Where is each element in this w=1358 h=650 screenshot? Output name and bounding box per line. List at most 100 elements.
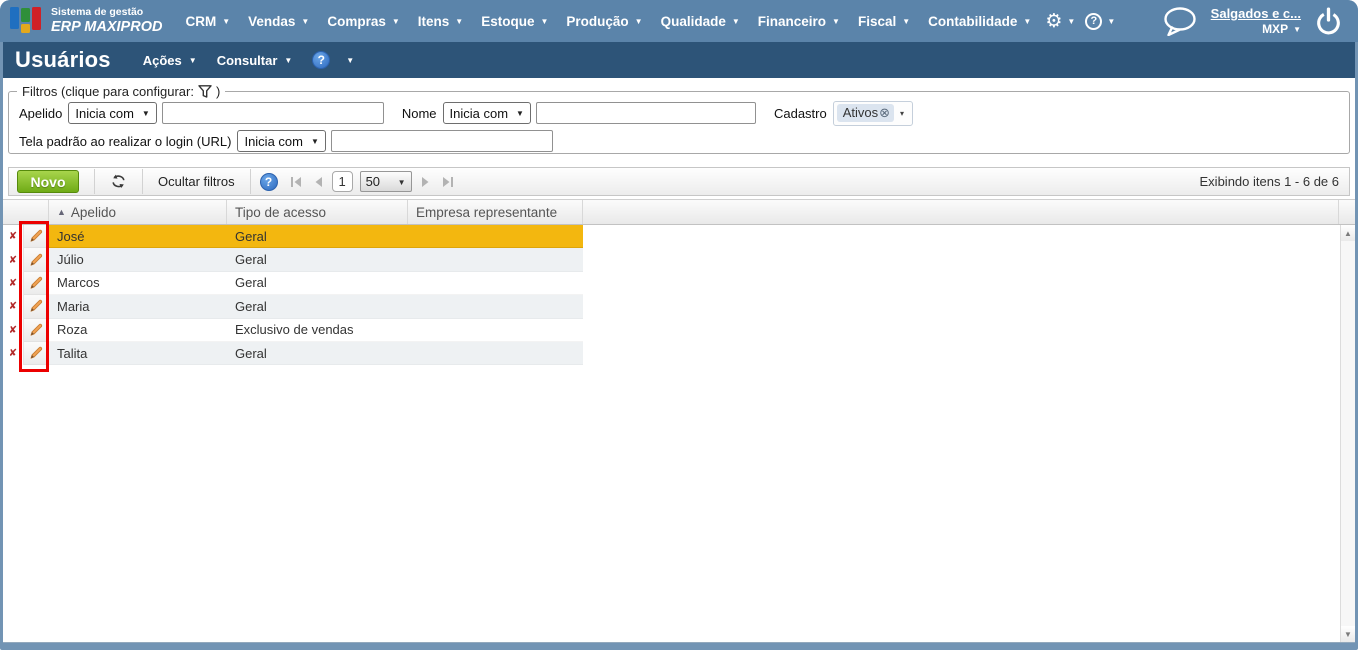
filters-legend: Filtros (clique para configurar: ) (17, 84, 225, 99)
logo-block-blue (10, 7, 19, 30)
nav-menu-item[interactable]: Financeiro ▼ (749, 0, 849, 42)
table-row[interactable]: ✘ Marcos Geral (3, 271, 1355, 296)
delete-row-button[interactable]: ✘ (3, 272, 23, 295)
consult-menu-label: Consultar (216, 52, 278, 68)
delete-x-icon: ✘ (8, 231, 18, 243)
nav-menu-item[interactable]: Fiscal ▼ (849, 0, 919, 42)
toolbar-divider (142, 169, 143, 194)
filters-panel: Filtros (clique para configurar: ) Apeli… (8, 84, 1350, 154)
new-button[interactable]: Novo (17, 170, 79, 193)
chevron-down-icon: ▼ (141, 109, 150, 118)
cadastro-tag-label: Ativos (842, 105, 879, 120)
table-row[interactable]: ✘ José Geral (3, 225, 1355, 249)
actions-menu-button[interactable]: Ações ▼ (143, 53, 197, 68)
vertical-scrollbar[interactable]: ▲ ▼ (1340, 225, 1355, 642)
grid-header-apelido[interactable]: ▲ Apelido (49, 200, 227, 224)
refresh-button[interactable] (100, 169, 137, 194)
cell-empresa-representante (408, 295, 583, 319)
cell-empresa-representante (408, 318, 583, 342)
chevron-down-icon: ▼ (284, 56, 293, 65)
scroll-up-icon[interactable]: ▲ (1341, 225, 1355, 241)
tela-filter-input[interactable] (330, 130, 553, 152)
edit-row-button[interactable] (23, 225, 49, 249)
delete-row-button[interactable]: ✘ (3, 248, 23, 271)
apelido-filter-label: Apelido (19, 105, 63, 121)
delete-row-button[interactable]: ✘ (3, 295, 23, 318)
help-menu-button[interactable]: ? ▼ (1080, 0, 1120, 42)
page-size-select[interactable]: 50 ▼ (359, 171, 412, 192)
hide-filters-button[interactable]: Ocultar filtros (148, 169, 245, 194)
pagination: 1 50 ▼ (288, 171, 456, 192)
cadastro-filter-label: Cadastro (773, 105, 827, 121)
nav-menu-item[interactable]: Compras ▼ (318, 0, 408, 42)
logout-power-icon[interactable] (1313, 6, 1344, 37)
toolbar-help-icon[interactable]: ? (259, 172, 278, 191)
page-title-bar: Usuários Ações ▼ Consultar ▼ ? ▼ (3, 42, 1355, 78)
nav-menu-item[interactable]: CRM ▼ (176, 0, 239, 42)
edit-row-button[interactable] (23, 341, 49, 366)
delete-x-icon: ✘ (8, 324, 18, 336)
nav-menu-item[interactable]: Contabilidade ▼ (919, 0, 1040, 42)
delete-row-button[interactable]: ✘ (3, 319, 23, 342)
grid-header: ▲ Apelido Tipo de acesso Empresa represe… (3, 199, 1355, 225)
top-nav-bar: Sistema de gestão ERP MAXIPROD CRM ▼ Ven… (0, 0, 1358, 42)
edit-row-button[interactable] (23, 295, 49, 319)
nav-menu-item[interactable]: Estoque ▼ (472, 0, 557, 42)
brand-name: ERP MAXIPROD (51, 18, 163, 35)
chevron-down-icon[interactable]: ▾ (894, 110, 910, 118)
edit-row-button[interactable] (23, 271, 49, 296)
filter-row-2: Tela padrão ao realizar o login (URL) In… (17, 127, 1341, 155)
current-page-box[interactable]: 1 (331, 171, 353, 192)
grid-header-empresa-representante[interactable]: Empresa representante (408, 200, 583, 224)
consult-menu-button[interactable]: Consultar ▼ (217, 53, 293, 68)
nav-menu-item[interactable]: Qualidade ▼ (652, 0, 749, 42)
table-row[interactable]: ✘ Júlio Geral (3, 248, 1355, 272)
chevron-down-icon: ▼ (1067, 17, 1076, 26)
nav-menu-item[interactable]: Produção ▼ (557, 0, 651, 42)
nav-menu-label: Financeiro (757, 13, 827, 29)
table-row[interactable]: ✘ Roza Exclusivo de vendas (3, 318, 1355, 342)
cell-empresa-representante (408, 341, 583, 366)
maxiprod-logo-icon (10, 7, 42, 34)
nav-menu-item[interactable]: Vendas ▼ (239, 0, 318, 42)
pagination-last-button[interactable] (439, 176, 456, 187)
chevron-down-icon: ▼ (1023, 17, 1032, 26)
page-help-icon[interactable]: ? (312, 51, 331, 69)
nome-operator-select[interactable]: Inicia com ▼ (442, 102, 531, 124)
workspace-selector[interactable]: MXP ▼ (1262, 22, 1301, 36)
settings-menu-button[interactable]: ⚙ ▼ (1040, 0, 1080, 42)
chevron-down-icon[interactable]: ▼ (346, 57, 354, 65)
scroll-down-icon[interactable]: ▼ (1341, 626, 1355, 642)
edit-row-button[interactable] (23, 248, 49, 272)
chat-bubble-icon[interactable] (1161, 6, 1199, 36)
chevron-down-icon: ▼ (1293, 24, 1301, 34)
delete-x-icon: ✘ (8, 277, 18, 289)
chevron-down-icon: ▼ (902, 17, 911, 26)
delete-row-button[interactable]: ✘ (3, 225, 23, 248)
account-area: Salgados e c... MXP ▼ (1161, 6, 1344, 37)
last-page-icon (442, 176, 453, 187)
cadastro-multiselect[interactable]: Ativos ⊗ ▾ (832, 100, 914, 126)
pagination-first-button[interactable] (288, 176, 305, 187)
tela-operator-select[interactable]: Inicia com ▼ (237, 130, 326, 152)
company-link[interactable]: Salgados e c... (1211, 6, 1301, 22)
nome-filter-input[interactable] (535, 102, 756, 124)
table-row[interactable]: ✘ Talita Geral (3, 341, 1355, 366)
edit-row-button[interactable] (23, 318, 49, 342)
grid-toolbar: Novo Ocultar filtros ? 1 50 ▼ Exibindo i… (8, 167, 1350, 196)
apelido-operator-select[interactable]: Inicia com ▼ (68, 102, 157, 124)
nav-menu-item[interactable]: Itens ▼ (409, 0, 472, 42)
toolbar-divider (249, 169, 251, 194)
column-label-tipo-de-acesso: Tipo de acesso (235, 204, 327, 220)
cadastro-tag-ativos: Ativos ⊗ (836, 104, 895, 122)
pagination-next-button[interactable] (419, 176, 432, 187)
pencil-icon (30, 323, 43, 336)
filter-funnel-icon[interactable] (197, 84, 213, 99)
chevron-down-icon: ▼ (731, 17, 740, 26)
pagination-prev-button[interactable] (312, 176, 325, 187)
delete-row-button[interactable]: ✘ (3, 342, 23, 365)
apelido-filter-input[interactable] (161, 102, 384, 124)
grid-header-tipo-de-acesso[interactable]: Tipo de acesso (227, 200, 408, 224)
table-row[interactable]: ✘ Maria Geral (3, 295, 1355, 319)
tag-remove-icon[interactable]: ⊗ (879, 106, 890, 119)
